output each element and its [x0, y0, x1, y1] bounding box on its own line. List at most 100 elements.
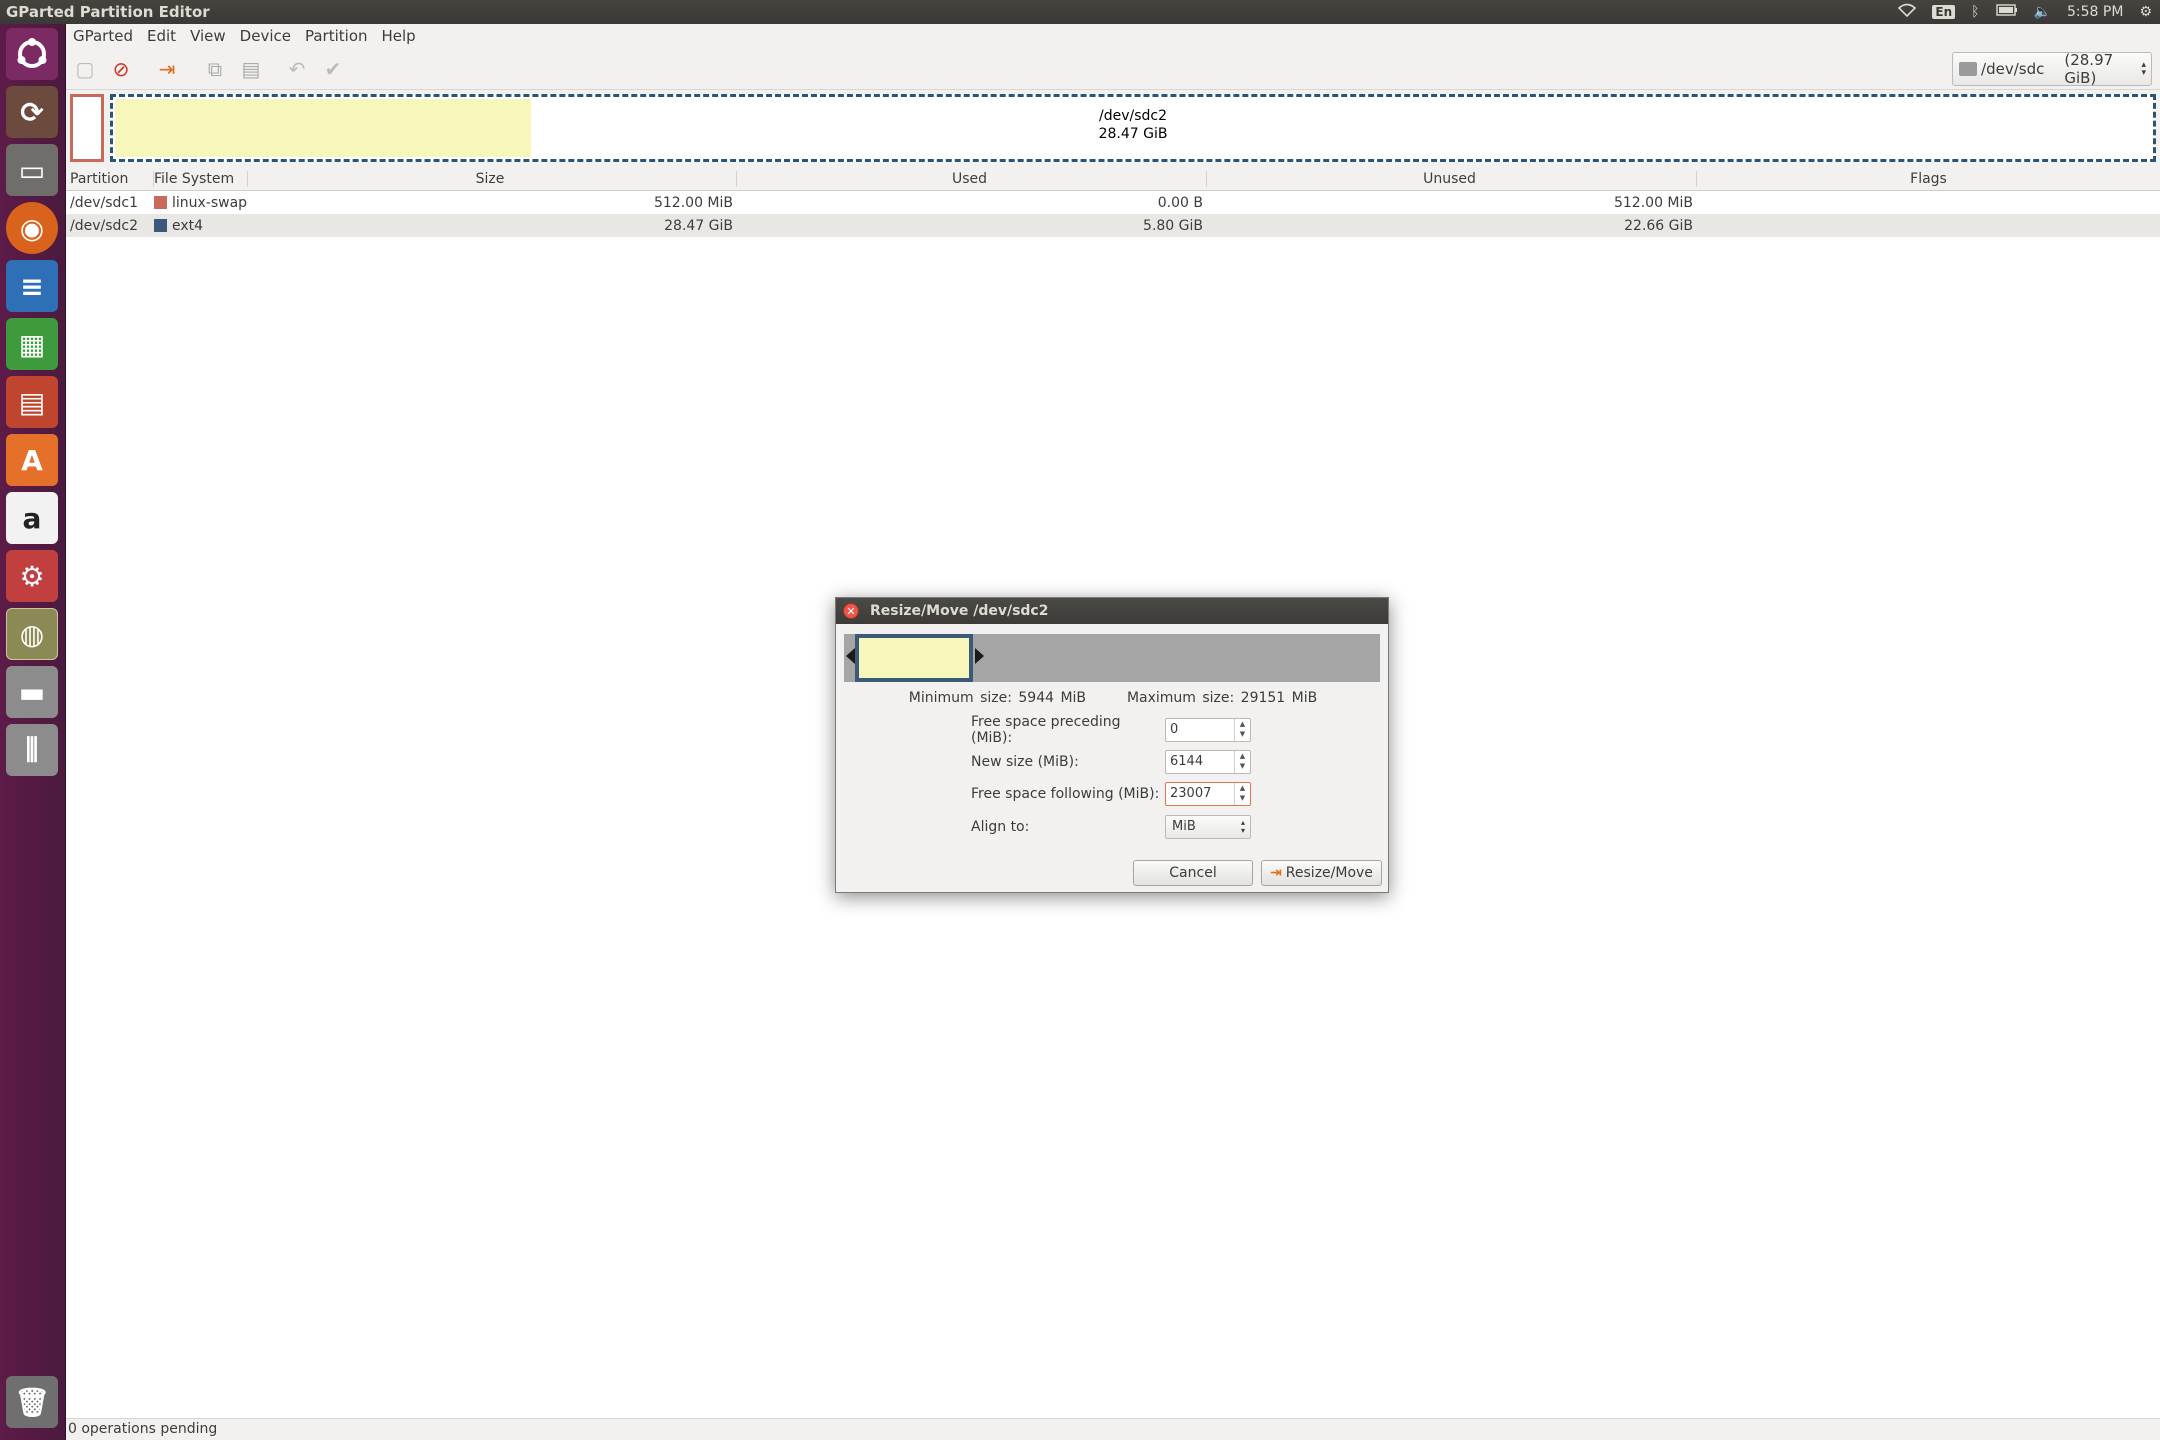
wifi-icon[interactable]: [1898, 3, 1917, 21]
bluetooth-icon[interactable]: ᛒ: [1971, 4, 1979, 20]
menu-partition[interactable]: Partition: [298, 27, 375, 45]
paste-icon[interactable]: ▤: [236, 54, 266, 84]
fs-name: linux-swap: [172, 194, 248, 211]
delete-icon[interactable]: ⊘: [106, 54, 136, 84]
left-handle-icon[interactable]: [846, 648, 855, 664]
maximum-size: Maximum size: 29151 MiB: [1126, 690, 1318, 706]
resize-move-icon: ⇥: [1270, 865, 1282, 881]
resize-graphic[interactable]: [844, 634, 1380, 682]
spin-arrows-icon[interactable]: ▲ ▼: [1234, 751, 1250, 773]
amazon-icon[interactable]: a: [6, 492, 58, 544]
disk-map-partition-size: 28.47 GiB: [1098, 126, 1168, 142]
cancel-button[interactable]: Cancel: [1133, 860, 1253, 886]
disk-map: /dev/sdc2 28.47 GiB: [66, 90, 2160, 168]
resize-move-button[interactable]: ⇥ Resize/Move: [1261, 860, 1382, 886]
table-header: Partition File System Size Used Unused F…: [66, 168, 2160, 191]
minimum-size: Minimum size: 5944 MiB: [908, 690, 1087, 706]
menu-view[interactable]: View: [183, 27, 233, 45]
system-settings-icon[interactable]: ⚙: [6, 550, 58, 602]
software-center-icon[interactable]: A: [6, 434, 58, 486]
disk-map-partition-sdc2[interactable]: /dev/sdc2 28.47 GiB: [110, 94, 2156, 162]
dropdown-arrows-icon: ▴ ▾: [2141, 60, 2146, 78]
resize-partition-block[interactable]: [855, 634, 973, 682]
drive-icon[interactable]: ▬: [6, 666, 58, 718]
software-updater-icon[interactable]: ⟳: [6, 86, 58, 138]
top-panel: GParted Partition Editor En ᛒ 🔈 5:58 PM …: [0, 0, 2160, 24]
new-size-value: 6144: [1170, 754, 1204, 769]
disk-map-partition-sdc1[interactable]: [70, 94, 104, 162]
align-value: MiB: [1172, 819, 1196, 834]
clock[interactable]: 5:58 PM: [2067, 4, 2123, 20]
new-size-input[interactable]: 6144 ▲ ▼: [1165, 750, 1251, 774]
disk-map-label: /dev/sdc2 28.47 GiB: [113, 107, 2153, 143]
menu-device[interactable]: Device: [233, 27, 298, 45]
device-selector[interactable]: /dev/sdc (28.97 GiB) ▴ ▾: [1952, 51, 2152, 87]
right-handle-icon[interactable]: [975, 648, 984, 664]
copy-icon[interactable]: ⧉: [200, 54, 230, 84]
free-following-value: 23007: [1170, 786, 1212, 801]
free-preceding-label: Free space preceding (MiB):: [971, 714, 1121, 746]
usb-drive-icon[interactable]: ⫼: [6, 724, 58, 776]
header-file-system[interactable]: File System: [154, 171, 248, 187]
align-label: Align to:: [971, 819, 1030, 835]
cell-partition: /dev/sdc2: [70, 217, 139, 234]
gparted-icon[interactable]: ◍: [6, 608, 58, 660]
cell-unused: 22.66 GiB: [1624, 217, 1693, 234]
resize-move-icon[interactable]: ⇥: [152, 54, 182, 84]
new-partition-icon[interactable]: ▢: [70, 54, 100, 84]
cell-size: 28.47 GiB: [664, 217, 733, 234]
trash-icon[interactable]: 🗑: [6, 1376, 58, 1428]
fs-name: ext4: [172, 217, 204, 234]
calc-icon[interactable]: ▦: [6, 318, 58, 370]
cancel-label: Cancel: [1169, 865, 1217, 881]
device-name: /dev/sdc: [1981, 60, 2045, 78]
battery-icon[interactable]: [1995, 4, 2018, 20]
cell-used: 5.80 GiB: [1143, 217, 1203, 234]
dialog-title: Resize/Move /dev/sdc2: [870, 603, 1049, 619]
size-limits: Minimum size: 5944 MiB Maximum size: 291…: [836, 690, 1390, 706]
close-icon[interactable]: ✕: [843, 603, 859, 619]
firefox-icon[interactable]: ◉: [6, 202, 58, 254]
fs-color-swatch: [154, 195, 167, 209]
cell-unused: 512.00 MiB: [1613, 194, 1693, 211]
table-row[interactable]: /dev/sdc1 linux-swap 512.00 MiB 0.00 B 5…: [66, 191, 2160, 214]
free-following-input[interactable]: 23007 ▲ ▼: [1165, 782, 1251, 806]
undo-icon[interactable]: ↶: [282, 54, 312, 84]
disk-icon: [1959, 62, 1978, 76]
new-size-label: New size (MiB):: [971, 754, 1079, 770]
header-flags[interactable]: Flags: [1697, 171, 2160, 187]
cell-file-system: linux-swap: [154, 195, 248, 211]
cell-file-system: ext4: [154, 218, 248, 234]
disk-map-partition-name: /dev/sdc2: [1098, 108, 1167, 124]
header-used[interactable]: Used: [737, 171, 1207, 187]
resize-move-label: Resize/Move: [1285, 865, 1373, 881]
writer-icon[interactable]: ≡: [6, 260, 58, 312]
header-partition[interactable]: Partition: [66, 171, 154, 187]
spin-arrows-icon[interactable]: ▲ ▼: [1234, 783, 1250, 805]
gear-icon[interactable]: ⚙: [2139, 4, 2152, 20]
header-size[interactable]: Size: [248, 171, 737, 187]
toolbar: ▢ ⊘ ⇥ ⧉ ▤ ↶ ✔ /dev/sdc (28.97 GiB) ▴ ▾: [66, 48, 2160, 90]
impress-icon[interactable]: ▤: [6, 376, 58, 428]
menu-bar: GParted Edit View Device Partition Help: [66, 24, 423, 48]
menu-edit[interactable]: Edit: [140, 27, 183, 45]
apply-icon[interactable]: ✔: [318, 54, 348, 84]
menu-gparted[interactable]: GParted: [66, 27, 140, 45]
header-unused[interactable]: Unused: [1207, 171, 1697, 187]
table-row[interactable]: /dev/sdc2 ext4 28.47 GiB 5.80 GiB 22.66 …: [66, 214, 2160, 237]
align-select[interactable]: MiB ▴ ▾: [1165, 815, 1251, 839]
cell-partition: /dev/sdc1: [70, 194, 139, 211]
keyboard-layout-indicator[interactable]: En: [1932, 5, 1956, 19]
volume-icon[interactable]: 🔈: [2034, 4, 2051, 20]
ubuntu-dash-icon[interactable]: [6, 28, 58, 80]
spin-arrows-icon[interactable]: ▲ ▼: [1234, 719, 1250, 741]
status-bar: 0 operations pending: [66, 1418, 2160, 1440]
device-size: (28.97 GiB): [2064, 51, 2114, 87]
resize-move-dialog: ✕ Resize/Move /dev/sdc2 Minimum size: 59…: [835, 597, 1389, 893]
indicator-area: En ᛒ 🔈 5:58 PM ⚙: [1898, 0, 2160, 24]
free-following-label: Free space following (MiB):: [971, 786, 1160, 802]
cell-size: 512.00 MiB: [653, 194, 733, 211]
free-preceding-input[interactable]: 0 ▲ ▼: [1165, 718, 1251, 742]
files-icon[interactable]: ▭: [6, 144, 58, 196]
menu-help[interactable]: Help: [375, 27, 423, 45]
